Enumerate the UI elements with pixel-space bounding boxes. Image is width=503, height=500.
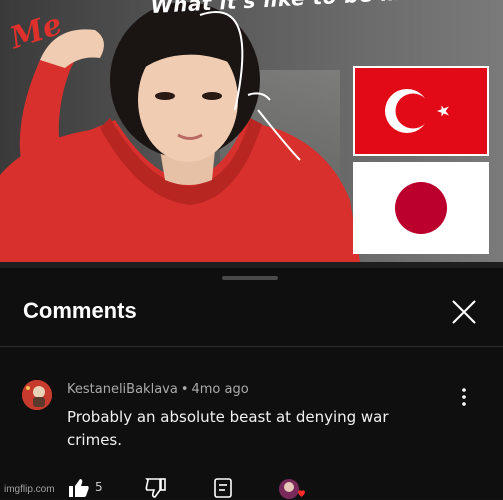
close-icon[interactable] (450, 298, 478, 326)
imgflip-watermark: imgflip.com (4, 484, 55, 495)
comments-panel: Comments KestaneliBaklava • 4mo ago Probab… (0, 268, 503, 499)
avatar[interactable] (22, 380, 52, 410)
header-separator (0, 346, 503, 347)
video-thumbnail[interactable]: What it's like to be mixed? Me (0, 0, 503, 262)
comment-age: 4mo ago (191, 382, 249, 397)
crescent-star-icon (385, 89, 449, 133)
meta-separator: • (180, 382, 189, 397)
thumbs-up-icon[interactable] (68, 478, 90, 498)
japan-flag (353, 162, 489, 254)
more-vert-icon[interactable] (458, 386, 470, 408)
comment-text: Probably an absolute beast at denying wa… (67, 408, 389, 449)
comment-meta: KestaneliBaklava • 4mo ago (67, 382, 249, 397)
like-count: 5 (95, 480, 103, 494)
comment-author[interactable]: KestaneliBaklava (67, 382, 178, 397)
red-sun-icon (395, 182, 447, 234)
drag-handle[interactable] (222, 276, 278, 280)
reply-icon[interactable] (213, 478, 233, 498)
creator-heart-icon[interactable] (278, 478, 306, 500)
turkey-flag (353, 66, 489, 156)
comments-title: Comments (23, 298, 137, 323)
comment-actions: 5 (0, 472, 503, 499)
thumbs-down-icon[interactable] (145, 478, 167, 498)
